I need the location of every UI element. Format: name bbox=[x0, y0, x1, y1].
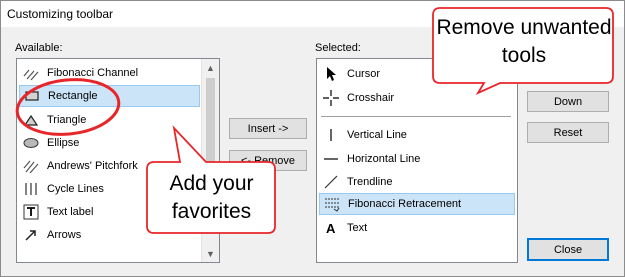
highlight-circle bbox=[15, 78, 121, 136]
add-favorites-callout-text: Add your favorites bbox=[169, 172, 254, 223]
remove-tools-callout-text: Remove unwanted tools bbox=[436, 16, 612, 67]
